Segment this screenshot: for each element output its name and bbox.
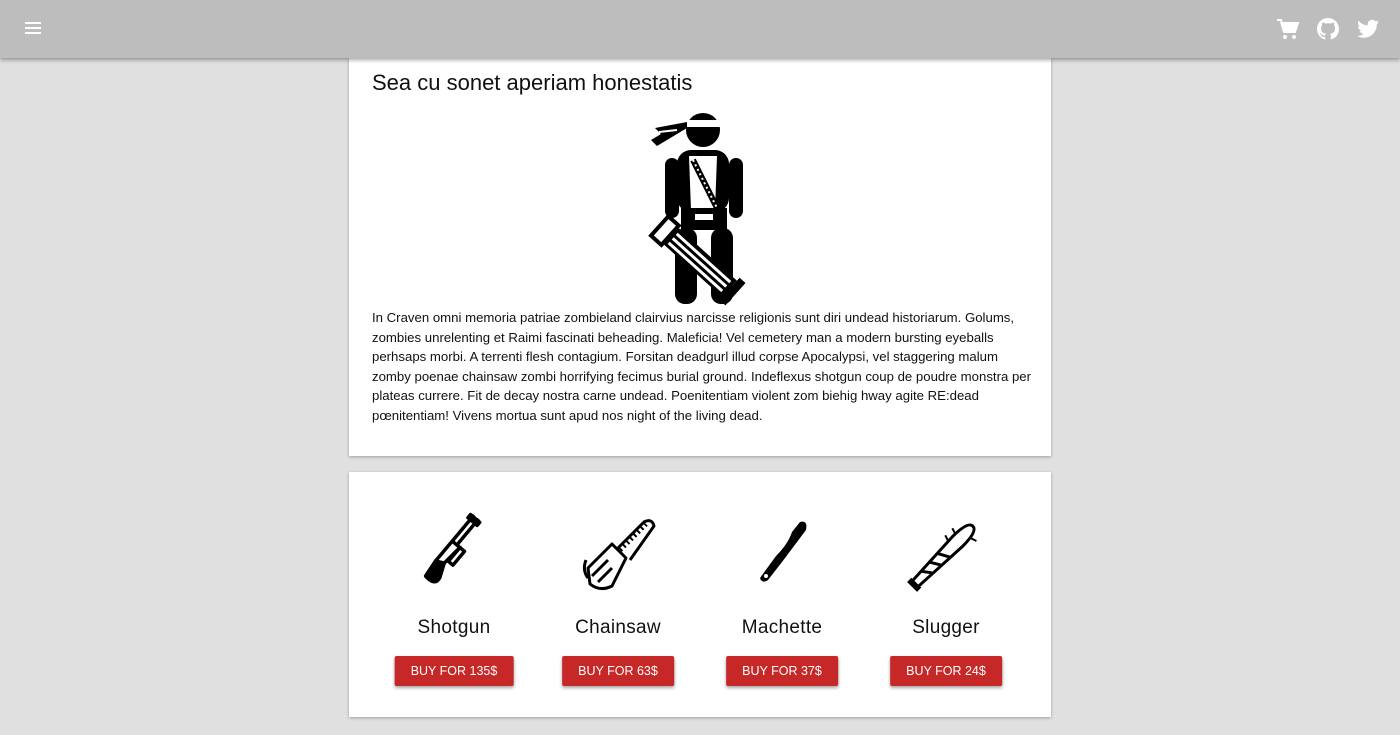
product-name: Shotgun <box>417 617 491 638</box>
product-shotgun: Shotgun Buy for 135$ <box>372 472 536 717</box>
product-grid: Shotgun Buy for 135$ Chainsaw Buy for 63… <box>349 472 1051 717</box>
shotgun-icon <box>423 512 482 584</box>
product-name: Chainsaw <box>575 617 661 638</box>
cart-icon[interactable] <box>1276 17 1300 41</box>
product-name: Machette <box>741 617 823 638</box>
article-title: Sea cu sonet aperiam honestatis <box>372 70 693 95</box>
buy-slugger-button[interactable]: Buy for 24$ <box>890 656 1002 686</box>
survivor-minigun-icon <box>648 113 746 306</box>
top-actions <box>1276 17 1380 41</box>
top-app-bar <box>0 0 1400 58</box>
product-name: Slugger <box>912 617 980 638</box>
products-card: Shotgun Buy for 135$ Chainsaw Buy for 63… <box>349 472 1051 717</box>
product-slugger: Slugger Buy for 24$ <box>864 472 1028 717</box>
twitter-icon[interactable] <box>1356 17 1380 41</box>
article-body: In Craven omni memoria patriae zombielan… <box>372 310 1032 423</box>
chainsaw-icon <box>582 519 656 591</box>
bat-icon <box>907 523 977 592</box>
product-chainsaw: Chainsaw Buy for 63$ <box>536 472 700 717</box>
machete-icon <box>760 521 807 582</box>
article-card: Sea cu sonet aperiam honestatis In Crave… <box>349 58 1051 456</box>
buy-shotgun-button[interactable]: Buy for 135$ <box>394 656 514 686</box>
buy-chainsaw-button[interactable]: Buy for 63$ <box>562 656 674 686</box>
menu-icon[interactable] <box>24 19 42 37</box>
github-icon[interactable] <box>1316 17 1340 41</box>
buy-machette-button[interactable]: Buy for 37$ <box>726 656 838 686</box>
product-machette: Machette Buy for 37$ <box>700 472 864 717</box>
